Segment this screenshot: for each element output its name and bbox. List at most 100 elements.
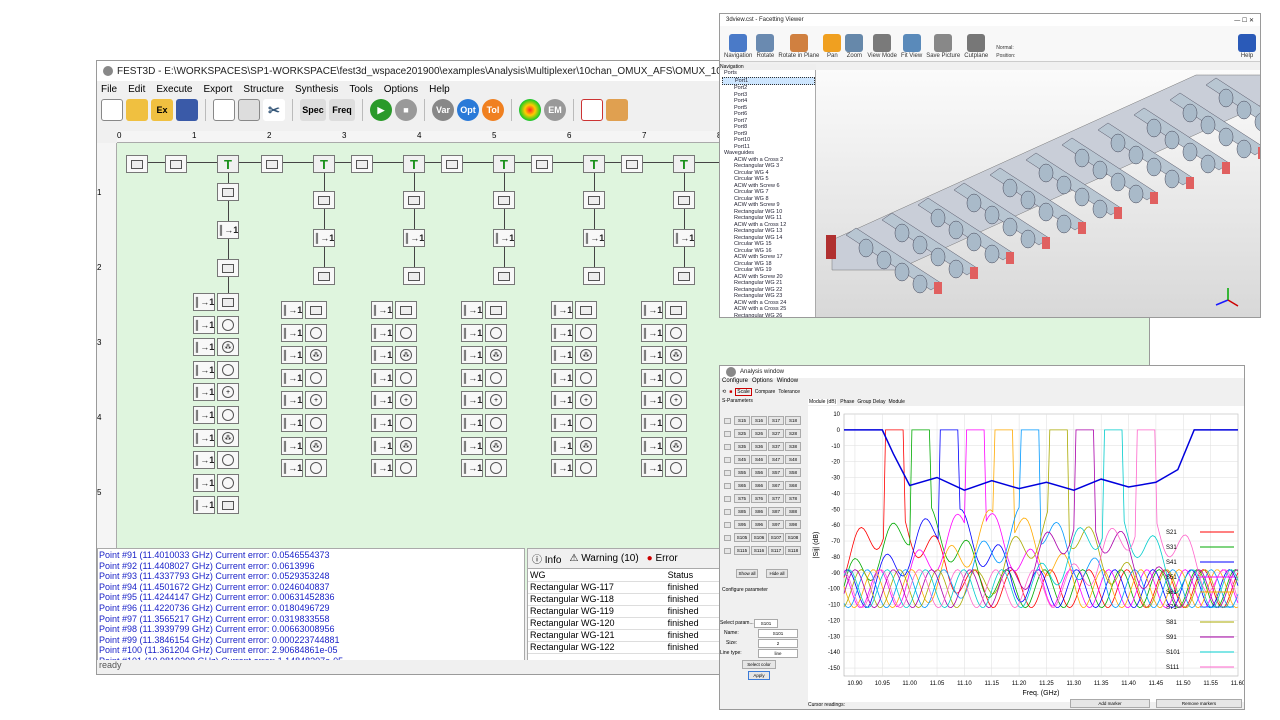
rectangular-waveguide-block[interactable] [673, 191, 695, 209]
sparam-button[interactable]: S17 [768, 416, 784, 425]
rectangular-waveguide-block[interactable] [305, 301, 327, 319]
sparam-button[interactable]: S86 [751, 507, 767, 516]
sparam-checkbox[interactable] [724, 431, 731, 437]
sparam-button[interactable]: S95 [734, 520, 750, 529]
ribbon-button-help[interactable]: Help [1238, 34, 1256, 59]
rectangular-waveguide-block[interactable] [485, 301, 507, 319]
add-marker-button[interactable]: Add marker [1070, 699, 1150, 708]
sparam-button[interactable]: S47 [768, 455, 784, 464]
sparam-button[interactable]: S48 [785, 455, 801, 464]
open-folder-icon[interactable] [126, 99, 148, 121]
window-controls[interactable]: — ☐ ✕ [1234, 17, 1254, 24]
rectangular-waveguide-block[interactable] [165, 155, 187, 173]
circular-waveguide-block[interactable] [665, 368, 687, 387]
new-file-icon[interactable] [101, 99, 123, 121]
rectangular-waveguide-block[interactable] [351, 155, 373, 173]
port-block[interactable]: ║→1 [641, 436, 663, 455]
circular-waveguide-block[interactable]: + [485, 391, 507, 410]
circular-waveguide-block[interactable] [665, 323, 687, 342]
menu-synthesis[interactable]: Synthesis [295, 84, 338, 95]
port-block[interactable]: ║→1 [371, 391, 393, 410]
table-row[interactable]: Rectangular WG-119 finished [528, 605, 720, 618]
hide-all-button[interactable]: Hide all [766, 569, 788, 578]
port-block[interactable]: ║→1 [641, 323, 663, 342]
port-block[interactable]: ║→1 [641, 368, 663, 387]
em-button[interactable]: EM [544, 99, 566, 121]
rectangular-waveguide-block[interactable] [313, 267, 335, 285]
menu-options[interactable]: Options [384, 84, 418, 95]
sparam-button[interactable]: S56 [751, 468, 767, 477]
sparam-button[interactable]: S105 [734, 533, 750, 542]
freq-button[interactable]: Freq [329, 99, 355, 121]
circular-waveguide-block[interactable]: + [395, 391, 417, 410]
port-block[interactable]: ║→1 [641, 346, 663, 365]
size-dropdown[interactable]: 2 [758, 639, 798, 648]
tab-group-delay[interactable]: Group Delay [857, 399, 885, 405]
port-block[interactable]: ║→1 [281, 436, 303, 455]
rectangular-waveguide-block[interactable] [583, 191, 605, 209]
sparam-checkbox[interactable] [724, 418, 731, 424]
opt-button[interactable]: Opt [457, 99, 479, 121]
menu-edit[interactable]: Edit [128, 84, 145, 95]
ribbon-button-save-picture[interactable]: Save Picture [926, 34, 960, 59]
sparam-button[interactable]: S76 [751, 494, 767, 503]
circular-waveguide-block[interactable]: ⁂ [395, 346, 417, 365]
port-block[interactable]: ║→1 [461, 368, 483, 387]
sparam-button[interactable]: S35 [734, 442, 750, 451]
port-block[interactable]: ║→1 [461, 414, 483, 432]
rectangular-waveguide-block[interactable] [217, 259, 239, 277]
port-block[interactable]: ║→1 [281, 391, 303, 410]
sparam-button[interactable]: S38 [785, 442, 801, 451]
table-row[interactable]: Rectangular WG-117 finished [528, 581, 720, 594]
circular-waveguide-block[interactable] [395, 323, 417, 342]
tee-junction-block[interactable]: T [673, 155, 695, 173]
circular-waveguide-block[interactable]: ⁂ [665, 346, 687, 365]
menu-execute[interactable]: Execute [156, 84, 192, 95]
circular-waveguide-block[interactable]: + [305, 391, 327, 410]
port-block[interactable]: ║→1 [551, 368, 573, 387]
sparam-button[interactable]: S26 [751, 429, 767, 438]
circular-waveguide-block[interactable] [575, 323, 597, 342]
scissors-icon[interactable]: ✂ [263, 99, 285, 121]
port-block[interactable]: ║→1 [583, 229, 605, 247]
circular-waveguide-block[interactable]: ⁂ [485, 346, 507, 365]
plot-area[interactable]: 10.90 10.95 11.00 11.05 11.10 11.15 11.20 11.25… [808, 406, 1244, 702]
sparam-button[interactable]: S37 [768, 442, 784, 451]
port-block[interactable]: ║→1 [641, 301, 663, 319]
port-block[interactable]: ║→1 [193, 428, 215, 447]
circular-waveguide-block[interactable]: + [217, 383, 239, 402]
sparam-checkbox[interactable] [724, 535, 731, 541]
circular-waveguide-block[interactable] [395, 368, 417, 387]
show-all-button[interactable]: Show all [736, 569, 758, 578]
ribbon-button-navigation[interactable]: Navigation [724, 34, 752, 59]
circular-waveguide-block[interactable] [485, 323, 507, 342]
3d-view-icon[interactable] [606, 99, 628, 121]
ribbon-button-rotate-in-plane[interactable]: Rotate in Plane [778, 34, 819, 59]
circular-waveguide-block[interactable] [305, 414, 327, 432]
sparam-button[interactable]: S85 [734, 507, 750, 516]
port-block[interactable]: ║→1 [551, 301, 573, 319]
sparam-button[interactable]: S55 [734, 468, 750, 477]
circular-waveguide-block[interactable]: ⁂ [485, 436, 507, 455]
sparam-checkbox[interactable] [724, 522, 731, 528]
sparam-button[interactable]: S66 [751, 481, 767, 490]
sparam-checkbox[interactable] [724, 509, 731, 515]
rectangular-waveguide-block[interactable] [621, 155, 643, 173]
port-block[interactable]: ║→1 [403, 229, 425, 247]
port-block[interactable]: ║→1 [217, 221, 239, 239]
menu-configure[interactable]: Configure [722, 378, 748, 387]
sparam-checkbox[interactable] [724, 457, 731, 463]
scale-button[interactable]: Scale [735, 387, 752, 396]
port-block[interactable]: ║→1 [193, 451, 215, 470]
table-row[interactable]: Rectangular WG-118 finished [528, 593, 720, 606]
port-block[interactable]: ║→1 [641, 414, 663, 432]
sparam-button[interactable]: S115 [734, 546, 750, 555]
rectangular-waveguide-block[interactable] [583, 267, 605, 285]
compare-button[interactable]: Compare [755, 389, 776, 395]
circular-waveguide-block[interactable]: ⁂ [665, 436, 687, 455]
circular-waveguide-block[interactable]: ⁂ [575, 436, 597, 455]
spec-button[interactable]: Spec [300, 99, 326, 121]
port-block[interactable]: ║→1 [313, 229, 335, 247]
rectangular-waveguide-block[interactable] [493, 267, 515, 285]
port-block[interactable]: ║→1 [193, 293, 215, 311]
